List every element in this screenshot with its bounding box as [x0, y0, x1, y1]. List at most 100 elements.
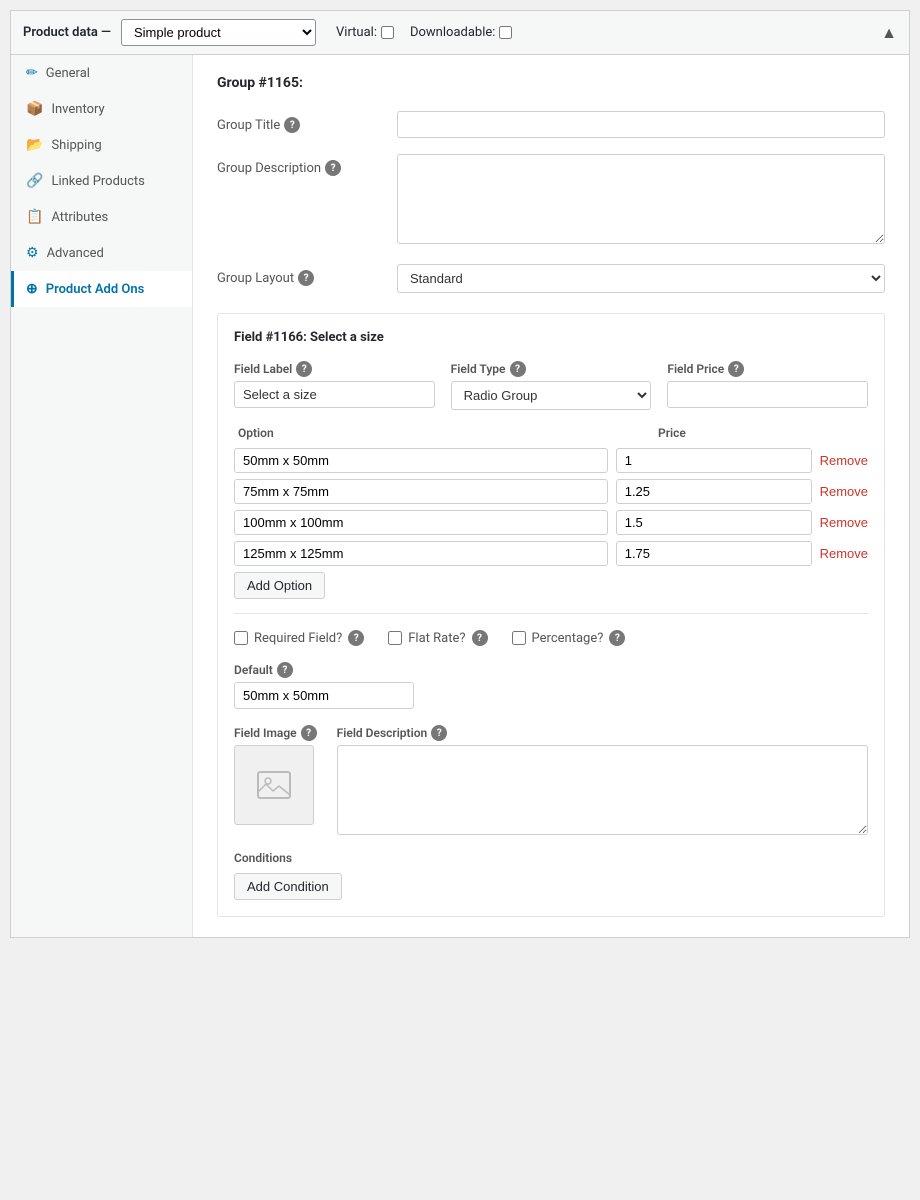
percentage-checkbox[interactable] [512, 631, 526, 645]
downloadable-checkbox[interactable] [499, 26, 512, 39]
flat-rate-label: Flat Rate? [408, 631, 465, 646]
sidebar-item-label-shipping: Shipping [51, 138, 101, 153]
default-input[interactable] [234, 682, 414, 709]
add-condition-button[interactable]: Add Condition [234, 873, 342, 900]
field-description-group: Field Description ? [337, 725, 868, 835]
field-description-help-icon[interactable]: ? [431, 725, 447, 741]
inventory-icon: 📦 [26, 101, 43, 117]
sidebar-item-shipping[interactable]: 📂 Shipping [11, 127, 192, 163]
advanced-icon: ⚙ [26, 245, 39, 261]
field-price-group: Field Price ? [667, 361, 868, 410]
percentage-help-icon[interactable]: ? [609, 630, 625, 646]
main-content: Group #1165: Group Title ? Group Descrip… [193, 55, 909, 937]
field-image-group: Field Image ? [234, 725, 317, 835]
group-title-row: Group Title ? [217, 111, 885, 138]
conditions-section: Conditions Add Condition [234, 851, 868, 900]
remove-option-button[interactable]: Remove [820, 453, 868, 468]
sidebar-item-label-linked-products: Linked Products [51, 174, 144, 189]
flat-rate-help-icon[interactable]: ? [472, 630, 488, 646]
option-row: Remove [234, 479, 868, 504]
virtual-label[interactable]: Virtual: [336, 25, 394, 40]
option-row: Remove [234, 541, 868, 566]
field-description-textarea[interactable] [337, 745, 868, 835]
group-title-input[interactable] [397, 111, 885, 138]
sidebar-item-label-attributes: Attributes [51, 210, 108, 225]
option-text-input[interactable] [234, 448, 608, 473]
general-icon: ✏ [26, 65, 38, 81]
sidebar-item-advanced[interactable]: ⚙ Advanced [11, 235, 192, 271]
required-field-item: Required Field? ? [234, 630, 364, 646]
options-header-option: Option [234, 424, 654, 442]
field-description-label: Field Description ? [337, 725, 868, 741]
field-type-group: Field Type ? Radio Group Select Checkbox… [451, 361, 652, 410]
field-image-help-icon[interactable]: ? [301, 725, 317, 741]
field-image-label: Field Image ? [234, 725, 317, 741]
flat-rate-checkbox[interactable] [388, 631, 402, 645]
virtual-checkbox[interactable] [381, 26, 394, 39]
group-description-help-icon[interactable]: ? [325, 160, 341, 176]
group-description-textarea[interactable] [397, 154, 885, 244]
group-title-label: Group Title ? [217, 111, 397, 133]
percentage-label: Percentage? [532, 631, 604, 646]
option-price-input[interactable] [616, 448, 812, 473]
field-price-input[interactable] [667, 381, 868, 408]
collapse-icon[interactable]: ▲ [881, 23, 897, 43]
remove-option-button[interactable]: Remove [820, 515, 868, 530]
sidebar-item-product-add-ons[interactable]: ⊕ Product Add Ons [11, 271, 192, 307]
attributes-icon: 📋 [26, 209, 43, 225]
image-placeholder-icon [256, 767, 292, 803]
option-text-input[interactable] [234, 510, 608, 535]
option-text-input[interactable] [234, 479, 608, 504]
percentage-item: Percentage? ? [512, 630, 626, 646]
product-data-header: Product data — Simple productVariable pr… [11, 11, 909, 55]
field-type-label: Field Type ? [451, 361, 652, 377]
default-help-icon[interactable]: ? [277, 662, 293, 678]
group-layout-row: Group Layout ? Standard Accordion Collap… [217, 264, 885, 293]
checkboxes-row: Required Field? ? Flat Rate? ? Percentag… [234, 630, 868, 646]
group-title-help-icon[interactable]: ? [284, 117, 300, 133]
add-option-button[interactable]: Add Option [234, 572, 325, 599]
sidebar-item-attributes[interactable]: 📋 Attributes [11, 199, 192, 235]
group-layout-help-icon[interactable]: ? [298, 270, 314, 286]
shipping-icon: 📂 [26, 137, 43, 153]
field-section-title: Field #1166: Select a size [234, 330, 868, 345]
field-label-help-icon[interactable]: ? [296, 361, 312, 377]
options-header: Option Price [234, 424, 868, 442]
group-layout-select[interactable]: Standard Accordion Collapsible [397, 264, 885, 293]
required-field-help-icon[interactable]: ? [348, 630, 364, 646]
required-field-checkbox[interactable] [234, 631, 248, 645]
group-layout-label: Group Layout ? [217, 264, 397, 286]
option-price-input[interactable] [616, 510, 812, 535]
field-label-label: Field Label ? [234, 361, 435, 377]
field-type-select[interactable]: Radio Group Select Checkbox Text Textare… [451, 381, 652, 410]
default-label: Default ? [234, 662, 868, 678]
remove-option-button[interactable]: Remove [820, 546, 868, 561]
sidebar-item-linked-products[interactable]: 🔗 Linked Products [11, 163, 192, 199]
field-price-help-icon[interactable]: ? [728, 361, 744, 377]
option-row: Remove [234, 510, 868, 535]
product-type-select[interactable]: Simple productVariable productGrouped pr… [121, 19, 316, 46]
option-price-input[interactable] [616, 541, 812, 566]
group-title-bar: Group #1165: [217, 75, 885, 91]
downloadable-label[interactable]: Downloadable: [410, 25, 512, 40]
field-label-type-price-row: Field Label ? Field Type ? Radio Group S… [234, 361, 868, 410]
option-row: Remove [234, 448, 868, 473]
group-description-field [397, 154, 885, 248]
field-type-help-icon[interactable]: ? [510, 361, 526, 377]
sidebar-item-inventory[interactable]: 📦 Inventory [11, 91, 192, 127]
option-price-input[interactable] [616, 479, 812, 504]
sidebar-item-label-advanced: Advanced [47, 246, 104, 261]
options-header-price: Price [654, 424, 868, 442]
conditions-label: Conditions [234, 851, 868, 865]
sidebar-item-label-general: General [46, 66, 90, 81]
remove-option-button[interactable]: Remove [820, 484, 868, 499]
product-data-title: Product data — [23, 25, 111, 40]
flat-rate-item: Flat Rate? ? [388, 630, 487, 646]
sidebar-item-label-inventory: Inventory [51, 102, 104, 117]
field-image-placeholder[interactable] [234, 745, 314, 825]
image-desc-row: Field Image ? Fie [234, 725, 868, 835]
sidebar-item-general[interactable]: ✏ General [11, 55, 192, 91]
field-label-input[interactable] [234, 381, 435, 408]
group-title-field [397, 111, 885, 138]
option-text-input[interactable] [234, 541, 608, 566]
